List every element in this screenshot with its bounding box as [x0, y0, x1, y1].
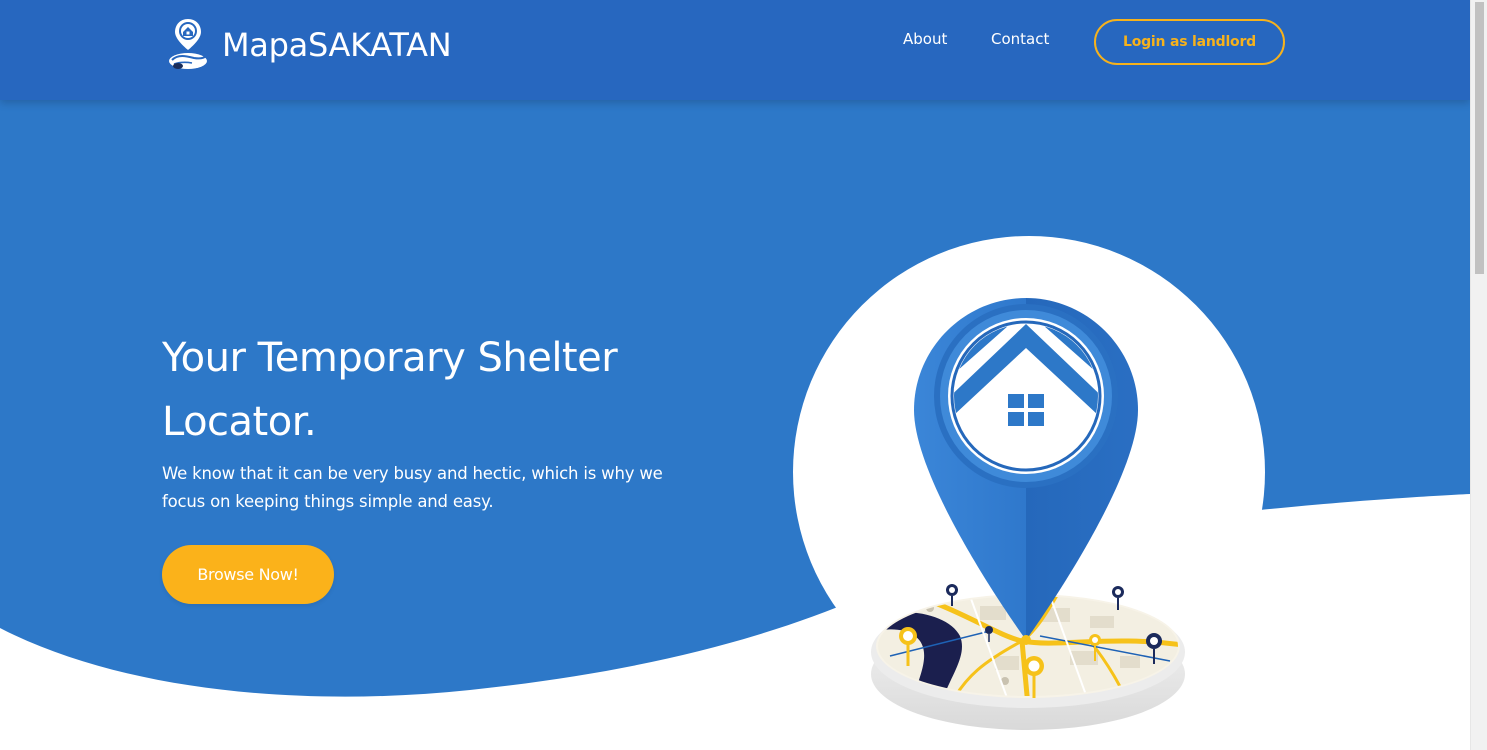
page-scrollbar[interactable] — [1470, 0, 1487, 750]
brand-logo-icon — [169, 19, 207, 69]
hero-title-line1: Your Temporary Shelter — [162, 335, 618, 381]
nav-contact-link[interactable]: Contact — [991, 30, 1049, 48]
map-location-pin-house-icon — [871, 298, 1185, 730]
scrollbar-thumb[interactable] — [1475, 2, 1484, 274]
browse-now-button[interactable]: Browse Now! — [162, 545, 334, 604]
navbar: MapaSAKATAN About Contact Login as landl… — [0, 0, 1470, 100]
hero-title-line2: Locator. — [162, 399, 317, 445]
brand-name: MapaSAKATAN — [222, 26, 452, 64]
hero-subtitle: We know that it can be very busy and hec… — [162, 464, 663, 511]
brand-link[interactable]: MapaSAKATAN — [164, 16, 452, 74]
hero-title: Your Temporary Shelter Locator. — [162, 326, 722, 454]
hero-section: Your Temporary Shelter Locator. We know … — [162, 326, 722, 516]
landing-page: MapaSAKATAN About Contact Login as landl… — [0, 0, 1487, 750]
nav-about-link[interactable]: About — [903, 30, 947, 48]
login-landlord-button[interactable]: Login as landlord — [1094, 19, 1285, 65]
